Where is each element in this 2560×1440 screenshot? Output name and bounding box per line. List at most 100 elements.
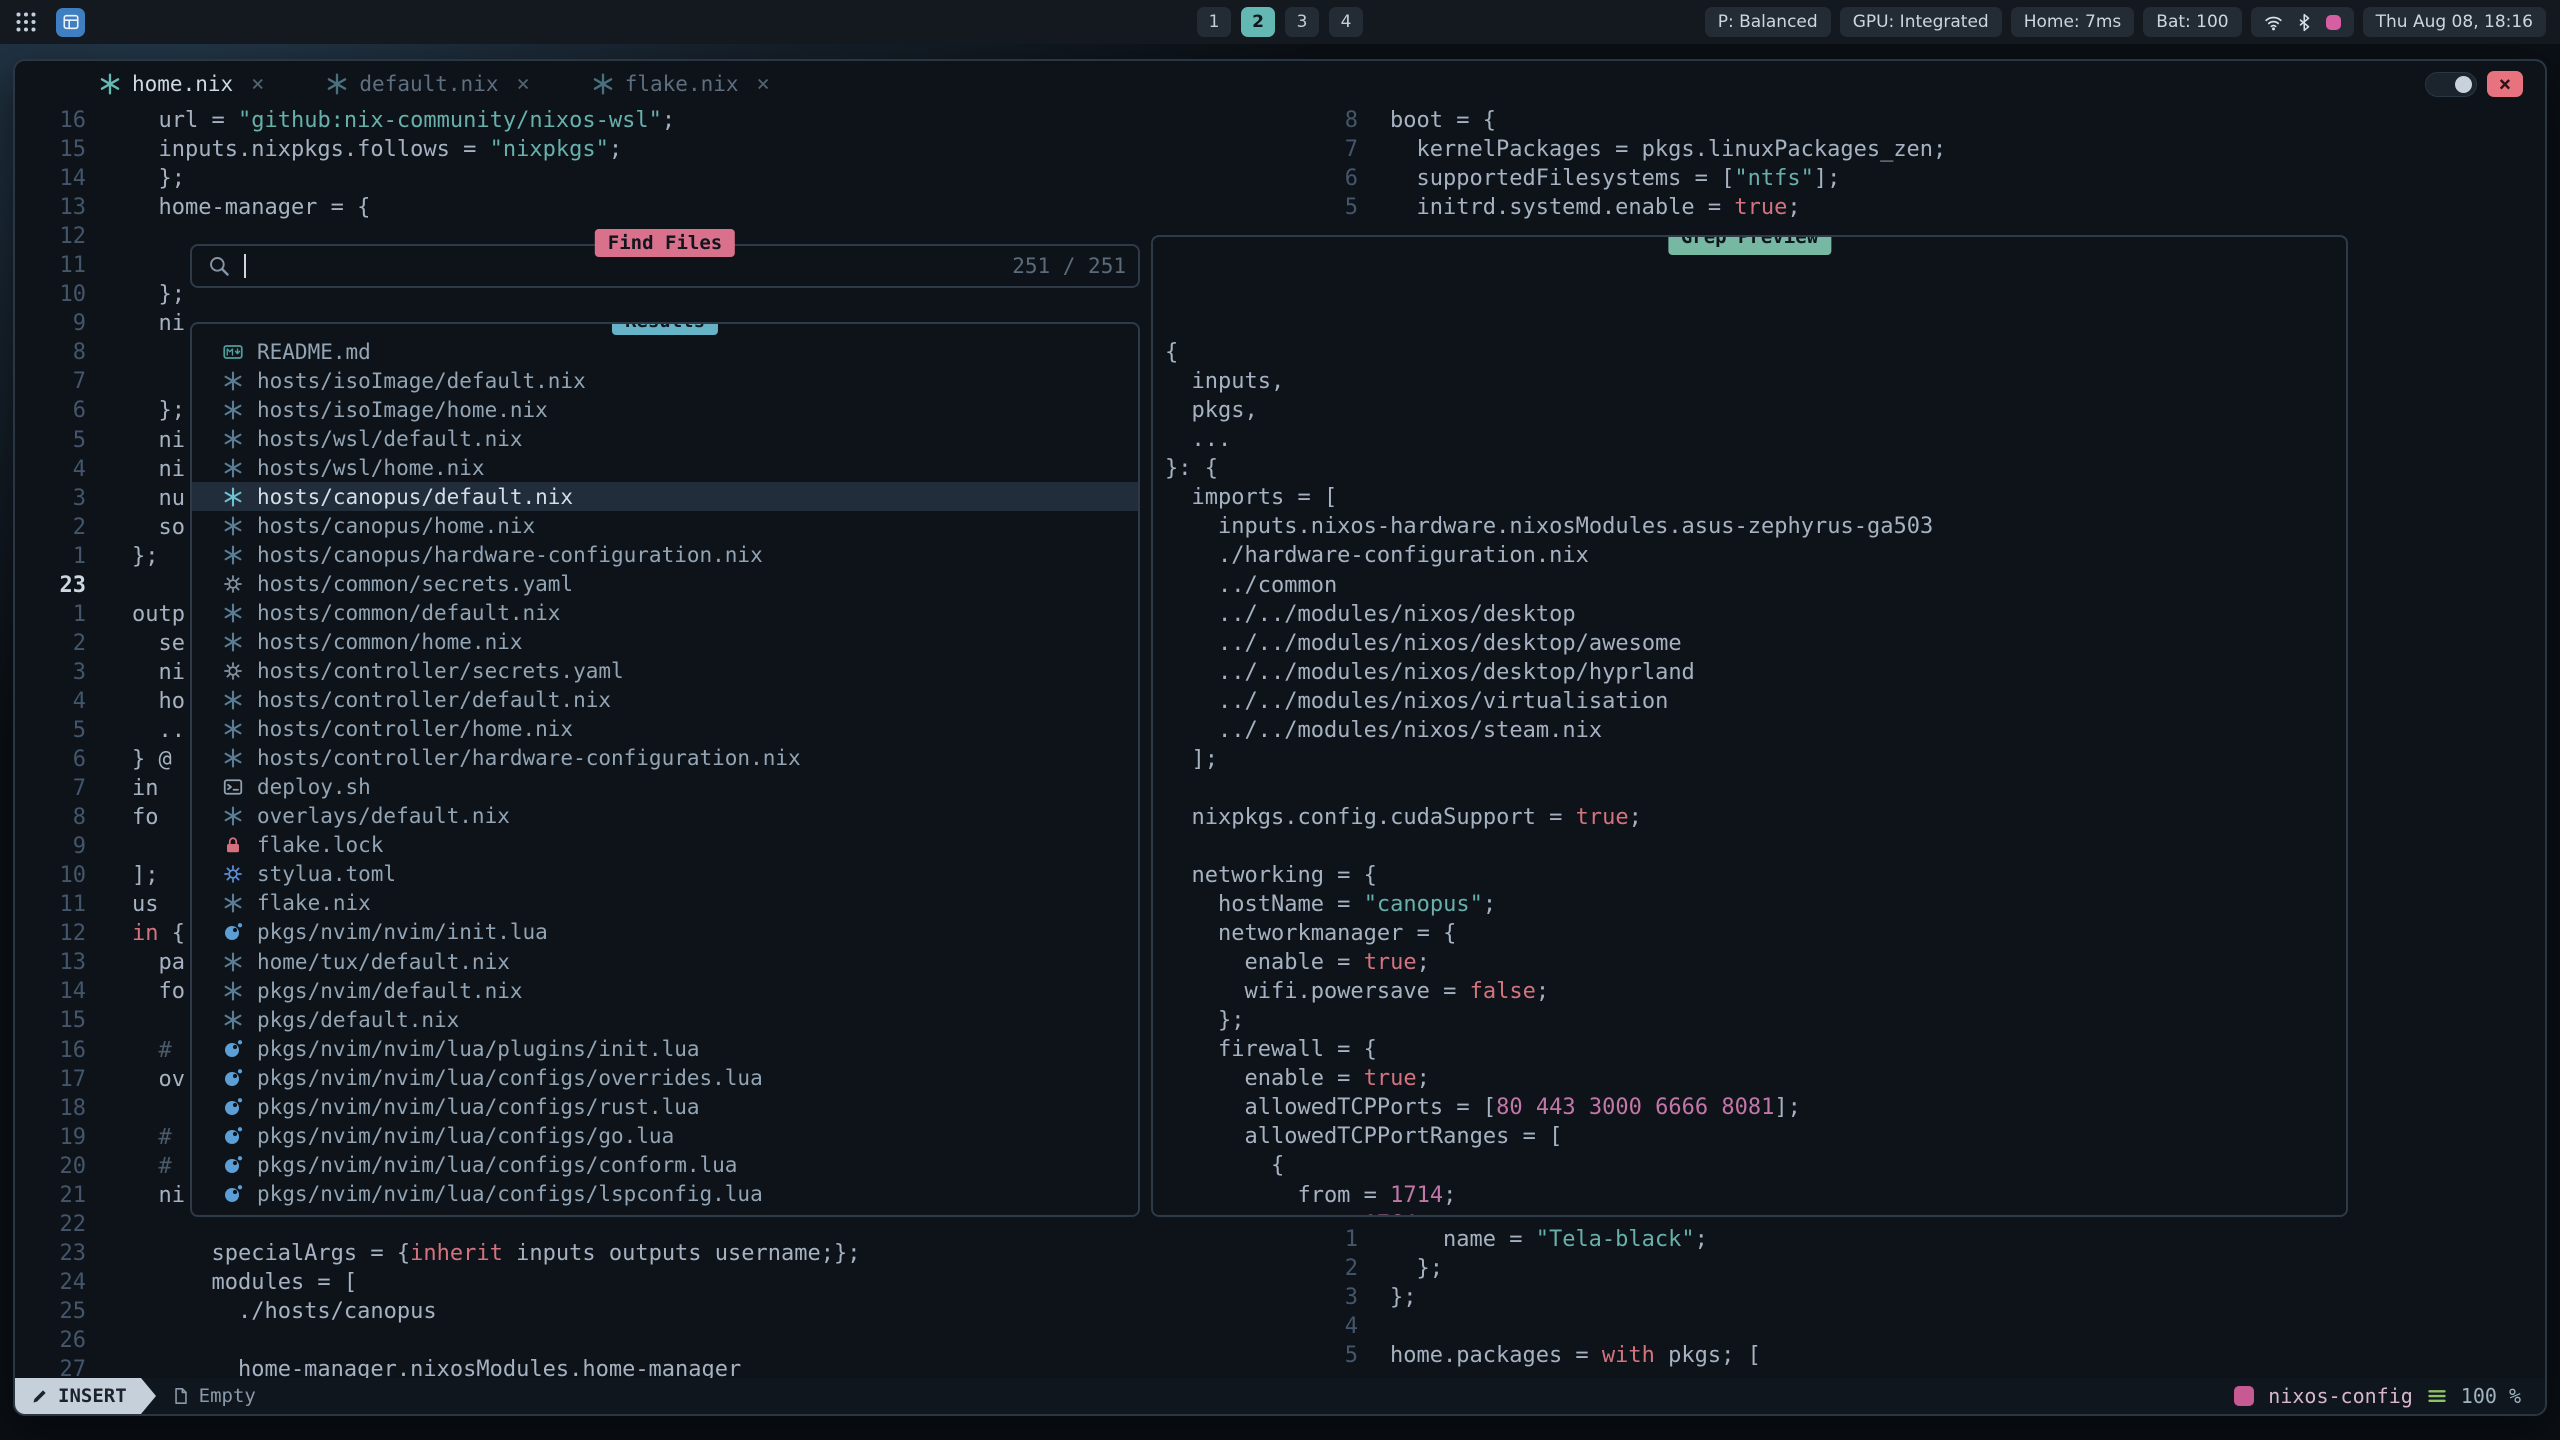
code-line[interactable]: 5home.packages = with pkgs; [ [1315,1341,2545,1370]
result-item[interactable]: hosts/wsl/default.nix [192,424,1138,453]
result-item[interactable]: pkgs/nvim/nvim/lua/configs/go.lua [192,1121,1138,1150]
editor-pane-right-bottom[interactable]: 1 name = "Tela-black";2 };3};45home.pack… [1315,1225,2545,1370]
tab-flake.nix[interactable]: flake.nix× [592,72,770,97]
line-text [86,367,132,396]
code-line[interactable]: 15 inputs.nixpkgs.follows = "nixpkgs"; [15,135,1315,164]
tab-default.nix[interactable]: default.nix × [326,72,529,97]
result-item[interactable]: pkgs/nvim/nvim/lua/plugins/init.lua [192,1034,1138,1063]
result-item[interactable]: hosts/canopus/hardware-configuration.nix [192,540,1138,569]
line-number: 15 [15,135,86,164]
result-item[interactable]: hosts/canopus/default.nix [192,482,1138,511]
code-line[interactable]: 14 }; [15,164,1315,193]
result-item[interactable]: pkgs/nvim/nvim/lua/configs/conform.lua [192,1150,1138,1179]
result-item[interactable]: overlays/default.nix [192,802,1138,831]
result-item[interactable]: stylua.toml [192,860,1138,889]
launcher-icon[interactable] [14,10,38,34]
theme-toggle[interactable] [2425,72,2477,97]
nix-icon [222,690,244,710]
workspace-3[interactable]: 3 [1285,7,1319,37]
line-number: 6 [15,396,86,425]
topbar-left [14,8,85,37]
result-item[interactable]: pkgs/nvim/default.nix [192,976,1138,1005]
line-number: 2 [15,629,86,658]
result-item[interactable]: hosts/common/default.nix [192,598,1138,627]
code-line[interactable]: 26 [15,1326,1315,1355]
line-number: 13 [15,193,86,222]
result-item[interactable]: pkgs/nvim/nvim/init.lua [192,918,1138,947]
result-item[interactable]: hosts/common/home.nix [192,627,1138,656]
code-line[interactable]: 2 }; [1315,1254,2545,1283]
result-item[interactable]: hosts/controller/home.nix [192,715,1138,744]
code-line[interactable]: 7 kernelPackages = pkgs.linuxPackages_ze… [1315,135,2545,164]
workspace-2[interactable]: 2 [1241,7,1275,37]
file-indicator: Empty [172,1385,256,1407]
result-item[interactable]: flake.lock [192,831,1138,860]
code-line[interactable]: 13 home-manager = { [15,193,1315,222]
result-item[interactable]: hosts/common/secrets.yaml [192,569,1138,598]
result-item[interactable]: hosts/controller/secrets.yaml [192,657,1138,686]
code-line[interactable]: 8boot = { [1315,106,2545,135]
code-line[interactable]: 16 url = "github:nix-community/nixos-wsl… [15,106,1315,135]
result-item[interactable]: hosts/canopus/home.nix [192,511,1138,540]
line-text: # [86,1036,172,1065]
top-bar: 1234 P: BalancedGPU: IntegratedHome: 7ms… [0,0,2560,44]
nix-icon [222,371,244,391]
line-text: ov [86,1065,185,1094]
code-line[interactable]: 24 modules = [ [15,1268,1315,1297]
tab-label: default.nix [359,72,498,96]
find-files-popup[interactable]: Find Files 251 / 251 [190,244,1140,288]
editor-pane-right-top[interactable]: 8boot = {7 kernelPackages = pkgs.linuxPa… [1315,106,2545,222]
tab-home.nix[interactable]: home.nix× [99,72,264,97]
result-item[interactable]: pkgs/default.nix [192,1005,1138,1034]
code-line[interactable]: 23 specialArgs = {inherit inputs outputs… [15,1239,1315,1268]
window-close-button[interactable]: × [2487,71,2523,97]
line-text: .. [86,716,185,745]
line-number: 19 [15,1123,86,1152]
result-item[interactable]: flake.nix [192,889,1138,918]
line-text: url = "github:nix-community/nixos-wsl"; [86,106,675,135]
line-text: name = "Tela-black"; [1358,1225,1708,1254]
code-line[interactable]: 1 name = "Tela-black"; [1315,1225,2545,1254]
result-item[interactable]: hosts/isoImage/default.nix [192,366,1138,395]
preview-line: ../../modules/nixos/desktop/hyprland [1165,658,2346,687]
code-line[interactable]: 5 initrd.systemd.enable = true; [1315,193,2545,222]
tab-close-icon[interactable]: × [251,72,264,97]
result-item[interactable]: hosts/controller/hardware-configuration.… [192,744,1138,773]
code-line[interactable]: 6 supportedFilesystems = ["ntfs"]; [1315,164,2545,193]
gear-icon [222,661,244,681]
nix-icon [222,545,244,565]
code-line[interactable]: 4 [1315,1312,2545,1341]
code-line[interactable]: 25 ./hosts/canopus [15,1297,1315,1326]
result-item[interactable]: home/tux/default.nix [192,947,1138,976]
app-icon[interactable] [56,8,85,37]
preview-line: from = 1714; [1165,1181,2346,1210]
line-text: }; [86,164,185,193]
markdown-icon [222,342,244,362]
tab-close-icon[interactable]: × [516,72,529,97]
result-item[interactable]: hosts/wsl/home.nix [192,453,1138,482]
result-item[interactable]: hosts/isoImage/home.nix [192,395,1138,424]
result-item[interactable]: pkgs/nvim/nvim/lua/configs/lspconfig.lua [192,1179,1138,1208]
result-item[interactable]: hosts/controller/default.nix [192,686,1138,715]
tab-close-icon[interactable]: × [757,72,770,97]
preview-line: ]; [1165,745,2346,774]
nix-icon [222,400,244,420]
result-item[interactable]: pkgs/nvim/nvim/lua/configs/rust.lua [192,1092,1138,1121]
tabline: home.nix×default.nix×flake.nix× × [15,61,2545,107]
result-item[interactable]: README.md [192,337,1138,366]
result-item[interactable]: pkgs/nvim/nvim/lua/configs/overrides.lua [192,1063,1138,1092]
code-line[interactable]: 3}; [1315,1283,2545,1312]
lua-icon [222,1039,244,1059]
preview-line: ./hardware-configuration.nix [1165,541,2346,570]
media-indicator-icon [2326,15,2341,30]
result-item[interactable]: deploy.sh [192,773,1138,802]
preview-line: wifi.powersave = false; [1165,977,2346,1006]
line-number: 3 [1315,1283,1358,1312]
nix-icon [222,893,244,913]
line-number: 2 [15,513,86,542]
line-number: 9 [15,309,86,338]
workspace-4[interactable]: 4 [1329,7,1363,37]
preview-line: networkmanager = { [1165,919,2346,948]
workspace-1[interactable]: 1 [1197,7,1231,37]
line-text: ni [86,426,185,455]
